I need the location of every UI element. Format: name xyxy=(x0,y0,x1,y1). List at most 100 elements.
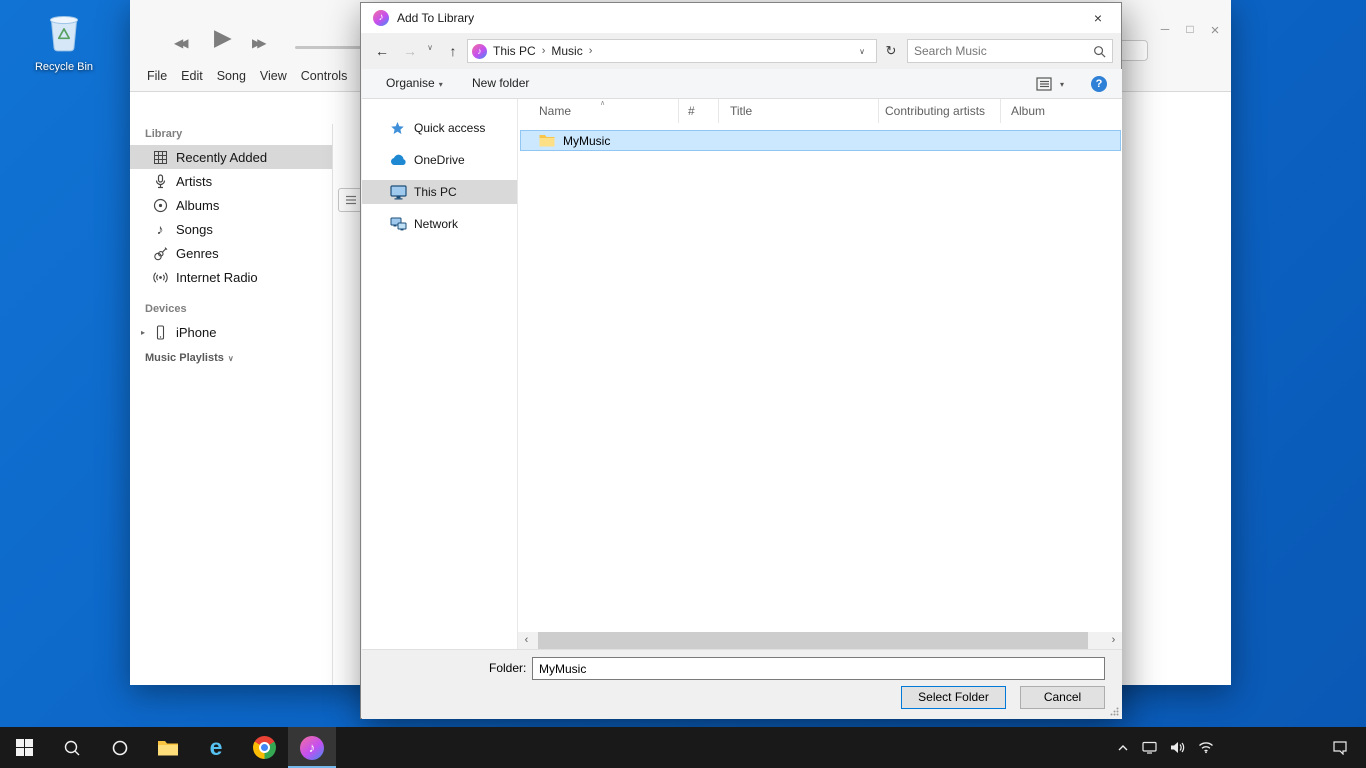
new-folder-button[interactable]: New folder xyxy=(472,69,529,98)
sidebar-item-label: iPhone xyxy=(176,325,216,340)
breadcrumb-this-pc[interactable]: This PC xyxy=(487,44,542,58)
refresh-icon[interactable]: ↻ xyxy=(880,39,902,63)
start-button[interactable] xyxy=(0,727,48,768)
play-icon[interactable]: ▶ xyxy=(214,24,232,51)
windows-logo-icon xyxy=(16,739,33,756)
nav-back-button[interactable]: ← xyxy=(369,39,395,63)
menu-file[interactable]: File xyxy=(140,62,174,91)
rewind-icon[interactable]: ◀◀ xyxy=(174,36,184,50)
dialog-close-button[interactable]: × xyxy=(1075,3,1121,33)
system-tray xyxy=(1117,727,1214,768)
nav-item-quick-access[interactable]: Quick access xyxy=(362,116,517,140)
nav-item-this-pc[interactable]: This PC xyxy=(362,180,517,204)
action-center-icon xyxy=(1332,740,1348,755)
tray-expand-icon[interactable] xyxy=(1117,742,1129,754)
nav-forward-button[interactable]: → xyxy=(397,39,423,63)
cancel-button[interactable]: Cancel xyxy=(1020,686,1105,709)
network-wifi-icon[interactable] xyxy=(1198,741,1214,754)
file-row-mymusic[interactable]: MyMusic xyxy=(520,130,1121,151)
scroll-left-icon[interactable]: ‹ xyxy=(518,632,535,649)
nav-item-label: Quick access xyxy=(414,121,485,135)
address-bar[interactable]: ♪ This PC › Music › ∨ xyxy=(467,39,877,63)
chrome-button[interactable] xyxy=(240,727,288,768)
scrollbar-thumb[interactable] xyxy=(538,632,1088,649)
close-icon[interactable]: × xyxy=(1208,22,1222,39)
grid-icon xyxy=(152,149,168,165)
view-mode-button[interactable]: ▾ xyxy=(1036,77,1064,91)
sidebar-item-label: Artists xyxy=(176,174,212,189)
menu-edit[interactable]: Edit xyxy=(174,62,210,91)
taskbar-search-button[interactable] xyxy=(48,727,96,768)
nav-up-button[interactable]: ↑ xyxy=(441,39,465,63)
nav-item-onedrive[interactable]: OneDrive xyxy=(362,148,517,172)
file-list-pane: Name ∧ # Title Contributing artists Albu… xyxy=(517,99,1122,649)
folder-label: Folder: xyxy=(489,661,526,675)
taskbar: e ♪ xyxy=(0,727,1366,768)
sidebar-item-artists[interactable]: Artists xyxy=(130,169,332,193)
sidebar-item-genres[interactable]: Genres xyxy=(130,241,332,265)
itunes-app-icon: ♪ xyxy=(373,10,389,26)
recycle-bin-icon[interactable]: Recycle Bin xyxy=(28,8,100,73)
sidebar-item-internet-radio[interactable]: Internet Radio xyxy=(130,265,332,289)
menu-view[interactable]: View xyxy=(253,62,294,91)
itunes-window-controls: ─ □ × xyxy=(1158,22,1222,39)
devices-section-label: Devices xyxy=(145,303,187,315)
sidebar-item-albums[interactable]: Albums xyxy=(130,193,332,217)
menu-controls[interactable]: Controls xyxy=(294,62,355,91)
sidebar-item-songs[interactable]: ♪ Songs xyxy=(130,217,332,241)
column-header-title[interactable]: Title xyxy=(719,99,879,123)
action-center-button[interactable] xyxy=(1332,727,1348,768)
scroll-right-icon[interactable]: › xyxy=(1105,632,1122,649)
music-playlists-header[interactable]: Music Playlists∨ xyxy=(145,352,234,364)
file-name: MyMusic xyxy=(563,134,610,148)
column-header-name[interactable]: Name xyxy=(518,99,679,123)
organise-button[interactable]: Organise▾ xyxy=(386,69,443,99)
details-view-icon xyxy=(1036,77,1052,91)
file-explorer-icon xyxy=(157,739,179,757)
desktop[interactable]: { "colors": { "accent": "#0078d7", "sele… xyxy=(0,0,1366,768)
display-icon[interactable] xyxy=(1142,741,1157,754)
breadcrumb-music[interactable]: Music xyxy=(545,44,588,58)
column-header-contributing-artists[interactable]: Contributing artists xyxy=(879,99,1001,123)
horizontal-scrollbar[interactable]: ‹ › xyxy=(518,632,1122,649)
search-box xyxy=(907,39,1113,63)
location-icon: ♪ xyxy=(472,44,487,59)
file-explorer-button[interactable] xyxy=(144,727,192,768)
minimize-icon[interactable]: ─ xyxy=(1158,22,1172,39)
search-input[interactable] xyxy=(914,44,1093,58)
fast-forward-icon[interactable]: ▶▶ xyxy=(252,36,262,50)
resize-grip[interactable] xyxy=(1110,707,1119,716)
select-folder-button[interactable]: Select Folder xyxy=(901,686,1006,709)
internet-explorer-icon: e xyxy=(210,736,223,759)
address-dropdown-icon[interactable]: ∨ xyxy=(852,47,872,56)
internet-explorer-button[interactable]: e xyxy=(192,727,240,768)
sidebar-item-iphone[interactable]: ▸ iPhone xyxy=(130,320,332,344)
dialog-title-bar[interactable]: ♪ Add To Library × xyxy=(361,3,1121,33)
folder-name-input[interactable] xyxy=(532,657,1105,680)
itunes-taskbar-button[interactable]: ♪ xyxy=(288,727,336,768)
cortana-button[interactable] xyxy=(96,727,144,768)
help-button[interactable]: ? xyxy=(1091,76,1107,92)
network-icon xyxy=(390,216,407,232)
note-icon: ♪ xyxy=(152,221,168,237)
folder-icon xyxy=(539,134,555,147)
nav-history-dropdown-icon[interactable]: ∨ xyxy=(423,43,437,52)
column-header-number[interactable]: # xyxy=(679,99,719,123)
search-icon xyxy=(1093,45,1106,58)
close-icon: × xyxy=(1094,10,1102,26)
sidebar-item-recently-added[interactable]: Recently Added xyxy=(130,145,332,169)
broadcast-icon xyxy=(152,269,168,285)
volume-icon[interactable] xyxy=(1170,741,1185,754)
column-header-album[interactable]: Album xyxy=(1001,99,1123,123)
nav-item-network[interactable]: Network xyxy=(362,212,517,236)
breadcrumb-chevron-icon[interactable]: › xyxy=(589,45,593,57)
sidebar-item-label: Recently Added xyxy=(176,150,267,165)
nav-item-label: OneDrive xyxy=(414,153,465,167)
expander-icon[interactable]: ▸ xyxy=(141,328,152,337)
dropdown-icon: ▾ xyxy=(439,80,443,89)
menu-song[interactable]: Song xyxy=(210,62,253,91)
cortana-icon xyxy=(111,739,129,757)
dialog-footer: Folder: Select Folder Cancel xyxy=(362,649,1122,719)
add-to-library-dialog: ♪ Add To Library × ← → ∨ ↑ ♪ This PC › M… xyxy=(360,2,1122,719)
maximize-icon[interactable]: □ xyxy=(1183,22,1197,39)
